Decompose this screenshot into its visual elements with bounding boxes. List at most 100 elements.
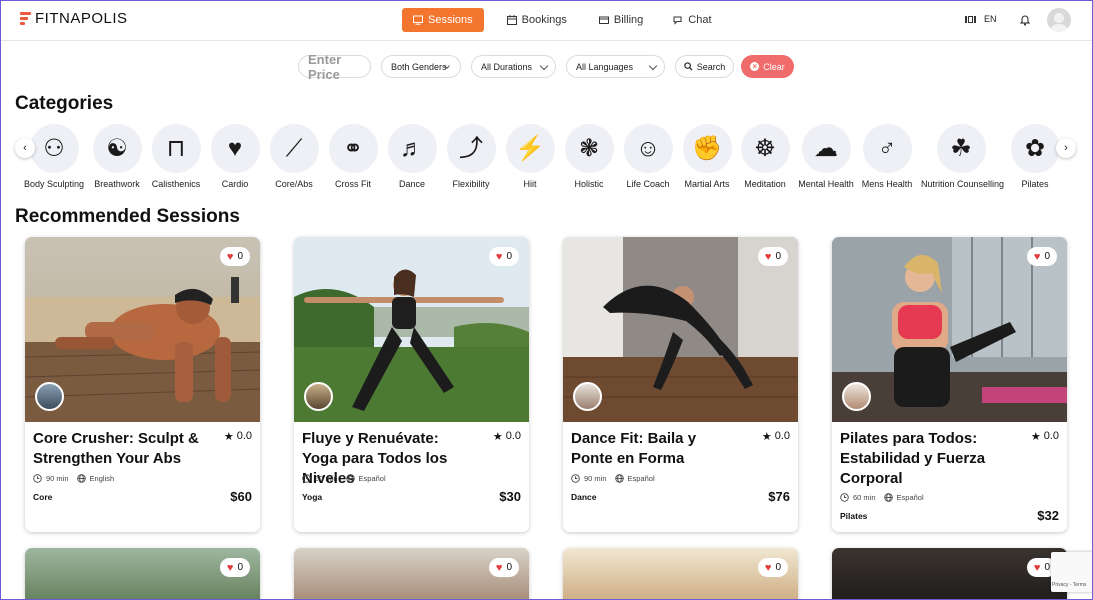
star-icon: ★ [1030, 431, 1041, 443]
language-selector[interactable]: EN [965, 14, 997, 24]
language-code: EN [984, 14, 997, 24]
clock-icon [571, 474, 580, 483]
clock-icon [840, 493, 849, 502]
language-select[interactable]: All Languages [566, 55, 665, 78]
session-card[interactable]: ♥ 0 [25, 548, 260, 600]
clock-icon [302, 474, 311, 483]
life-coach-icon: ☺ [623, 124, 673, 173]
chat-icon [673, 16, 682, 25]
session-price: $32 [1037, 508, 1059, 523]
like-count: 0 [237, 562, 243, 573]
pilates-icon: ✿ [1010, 124, 1060, 173]
globe-icon [614, 474, 624, 483]
chevron-left-icon: ‹ [23, 142, 27, 154]
brand-logo[interactable]: FITNAPOLIS [20, 10, 128, 27]
session-card[interactable]: ♥ 0 Dance Fit: Baila y Ponte en Forma ★ 0.… [563, 237, 798, 532]
session-category: Core [33, 492, 53, 502]
session-card[interactable]: ♥ 0 [294, 548, 529, 600]
bell-icon[interactable] [1020, 14, 1030, 26]
tab-billing[interactable]: Billing [588, 8, 654, 32]
categories-prev-button[interactable]: ‹ [15, 138, 35, 158]
like-button[interactable]: ♥ 0 [488, 558, 519, 577]
session-rating: ★ 0.0 [762, 430, 790, 443]
globe-icon [883, 493, 893, 502]
heart-icon: ♥ [1033, 250, 1041, 263]
session-duration: 90 min [584, 474, 607, 483]
meditation-icon: ☸ [740, 124, 790, 173]
session-language: Español [896, 493, 924, 502]
search-button-label: Search [696, 61, 726, 72]
chevron-down-icon [648, 61, 658, 71]
clock-icon [33, 474, 42, 483]
rating-value: 0.0 [236, 430, 252, 442]
session-category: Pilates [840, 511, 868, 521]
category-mens-health[interactable]: ♂ Mens Health [847, 124, 927, 189]
clear-button-label: Clear [763, 61, 785, 72]
user-avatar[interactable] [1047, 8, 1071, 32]
tab-sessions[interactable]: Sessions [402, 8, 484, 32]
like-button[interactable]: ♥ 0 [488, 247, 519, 266]
like-button[interactable]: ♥ 0 [219, 558, 250, 577]
coach-avatar[interactable] [573, 382, 602, 411]
tab-billing-label: Billing [613, 14, 644, 26]
tab-sessions-label: Sessions [428, 14, 473, 26]
heart-icon: ♥ [1033, 561, 1041, 574]
like-count: 0 [775, 251, 781, 262]
duration-select[interactable]: All Durations [471, 55, 556, 78]
recommended-heading: Recommended Sessions [15, 206, 240, 227]
session-language: Español [358, 474, 386, 483]
like-button[interactable]: ♥ 0 [757, 558, 788, 577]
like-count: 0 [1044, 562, 1050, 573]
category-label: Mens Health [861, 179, 913, 189]
tab-chat[interactable]: Chat [662, 8, 722, 32]
coach-avatar[interactable] [304, 382, 333, 411]
recaptcha-links[interactable]: Privacy - Terms [1052, 582, 1086, 588]
session-card[interactable]: ♥ 0 Fluye y Renuévate: Yoga para Todos lo… [294, 237, 529, 532]
like-button[interactable]: ♥ 0 [219, 247, 250, 266]
categories-next-button[interactable]: › [1056, 138, 1076, 158]
tab-bookings[interactable]: Bookings [496, 8, 578, 32]
session-card[interactable]: ♥ 0 Pilates para Todos: Estabilidad y Fue… [832, 237, 1067, 532]
gender-select[interactable]: Both Genders [381, 55, 461, 78]
heart-icon: ♥ [226, 561, 234, 574]
session-card[interactable]: ♥ 0 [832, 548, 1067, 600]
hiit-icon: ⚡ [505, 124, 555, 173]
session-title: Pilates para Todos: Estabilidad y Fuerza… [840, 430, 986, 487]
like-button[interactable]: ♥ 0 [757, 247, 788, 266]
category-nutrition-counselling[interactable]: ☘ Nutrition Counselling [921, 124, 1005, 189]
coach-avatar[interactable] [35, 382, 64, 411]
session-duration: 60 min [853, 493, 876, 502]
mental-health-icon: ☁ [801, 124, 851, 173]
session-duration: 90 min [46, 474, 69, 483]
clear-button[interactable]: × Clear [741, 55, 794, 78]
price-input[interactable]: Enter Price [298, 52, 371, 82]
heart-icon: ♥ [495, 250, 503, 263]
category-label: Nutrition Counselling [921, 179, 1005, 189]
flag-icon [965, 15, 976, 23]
coach-avatar[interactable] [842, 382, 871, 411]
star-icon: ★ [761, 431, 772, 443]
heart-icon: ♥ [764, 561, 772, 574]
search-button[interactable]: Search [675, 55, 734, 78]
like-button[interactable]: ♥ 0 [1026, 247, 1057, 266]
session-card[interactable]: ♥ 0 [563, 548, 798, 600]
duration-select-value: All Durations [481, 61, 533, 72]
star-icon: ★ [492, 431, 503, 443]
heart-icon: ♥ [764, 250, 772, 263]
session-meta: 60 min Español [302, 474, 386, 483]
session-meta: 90 min English [33, 474, 114, 483]
price-input-placeholder: Enter Price [308, 51, 342, 82]
session-meta: 60 min Español [840, 493, 924, 502]
session-card[interactable]: ♥ 0 Core Crusher: Sculpt & Strengthen You… [25, 237, 260, 532]
session-category: Yoga [302, 492, 323, 502]
logo-mark-icon [20, 12, 31, 25]
tab-chat-label: Chat [688, 14, 712, 26]
calendar-icon [506, 15, 517, 25]
tab-bookings-label: Bookings [521, 14, 567, 26]
session-price: $60 [230, 489, 252, 504]
brand-name: FITNAPOLIS [35, 10, 128, 27]
heart-icon: ♥ [226, 250, 234, 263]
session-title: Core Crusher: Sculpt & Strengthen Your A… [33, 430, 199, 467]
mens-health-icon: ♂ [862, 124, 912, 173]
cross-fit-icon: ⚭ [328, 124, 378, 173]
